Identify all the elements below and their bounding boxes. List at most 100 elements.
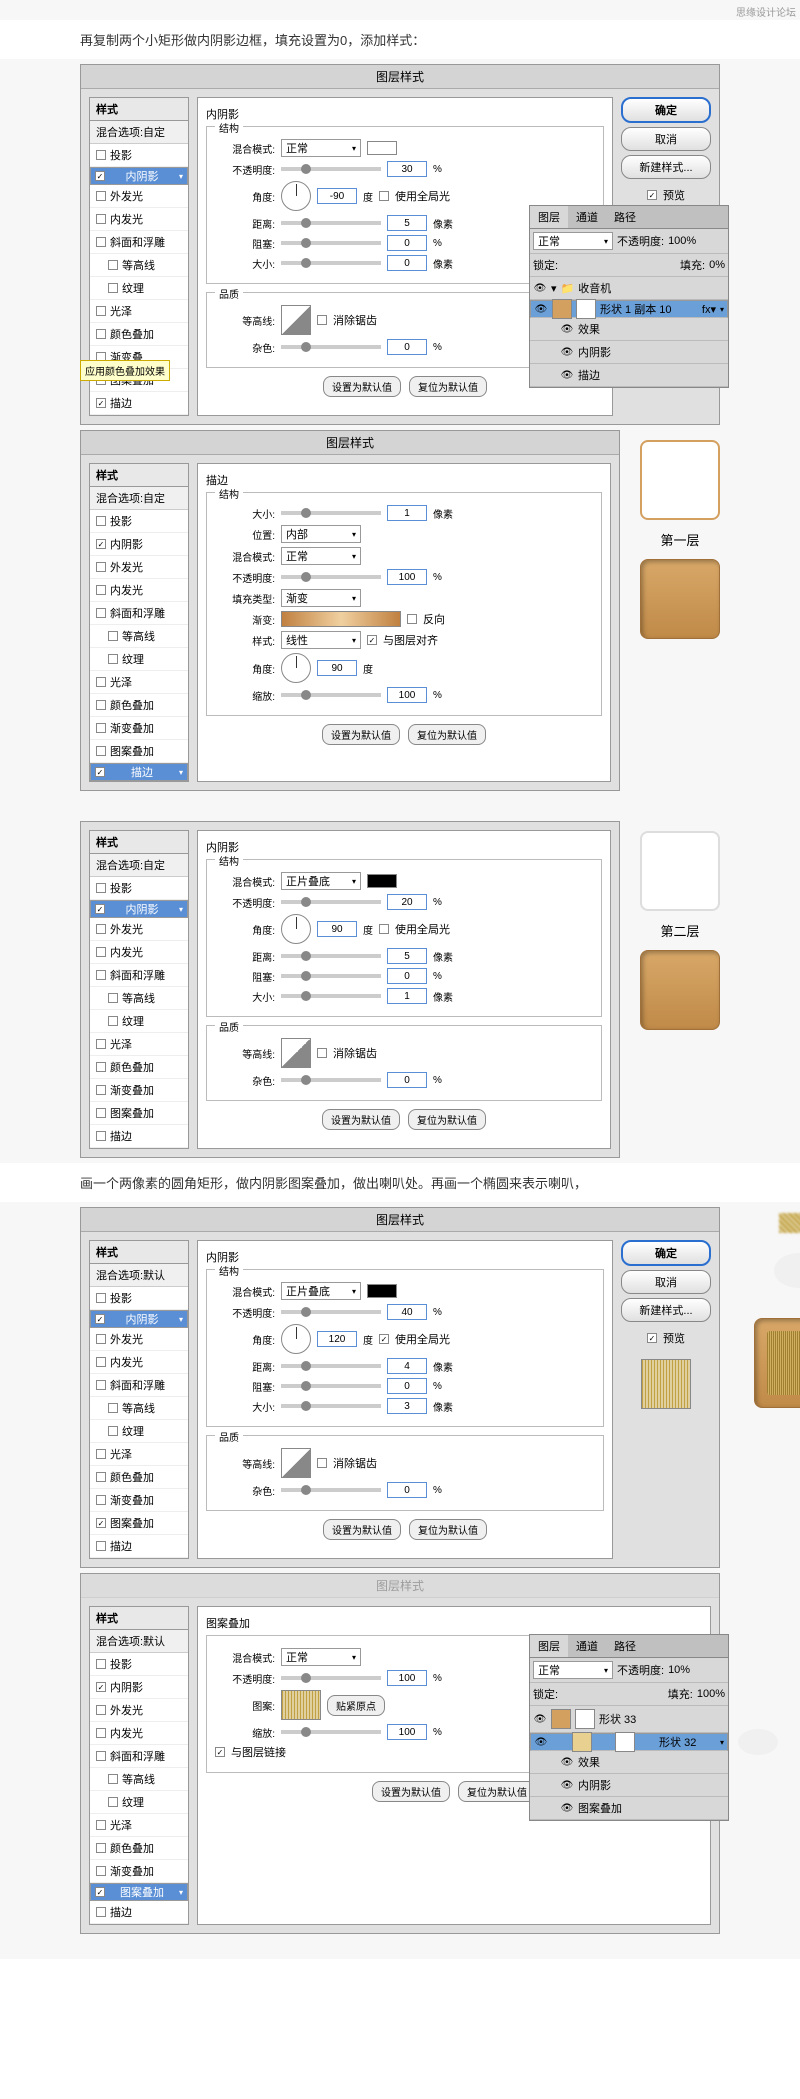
reset-default-button[interactable]: 复位为默认值 [458,1781,536,1802]
mask-thumb[interactable] [575,1709,595,1729]
style-inner-glow[interactable]: 内发光 [90,941,188,964]
scale-slider[interactable] [281,693,381,697]
style-gradient-overlay[interactable]: 渐变叠加 [90,1079,188,1102]
snap-origin-button[interactable]: 贴紧原点 [327,1695,385,1716]
tab-layers[interactable]: 图层 [530,206,568,228]
blend-options[interactable]: 混合选项:自定 [90,854,188,877]
global-light-checkbox[interactable] [379,1334,389,1344]
style-color-overlay[interactable]: 颜色叠加 [90,323,188,346]
tab-channels[interactable]: 通道 [568,206,606,228]
choke-input[interactable] [387,968,427,984]
style-pattern-overlay[interactable]: 图案叠加 [90,740,188,763]
fx-icon[interactable]: fx▾ [702,303,716,316]
style-contour[interactable]: 等高线 [90,1397,188,1420]
noise-input[interactable] [387,339,427,355]
style-outer-glow[interactable]: 外发光 [90,556,188,579]
style-gradient-overlay[interactable]: 渐变叠加 [90,1489,188,1512]
opacity-input[interactable] [387,894,427,910]
style-contour[interactable]: 等高线 [90,987,188,1010]
style-inner-shadow[interactable]: 内阴影 [90,1676,188,1699]
reverse-checkbox[interactable] [407,614,417,624]
size-slider[interactable] [281,511,381,515]
angle-dial[interactable] [281,653,311,683]
choke-input[interactable] [387,1378,427,1394]
blend-options[interactable]: 混合选项:默认 [90,1630,188,1653]
opacity-slider[interactable] [281,167,381,171]
style-drop-shadow[interactable]: 投影 [90,510,188,533]
style-inner-glow[interactable]: 内发光 [90,1351,188,1374]
style-texture[interactable]: 纹理 [90,1010,188,1033]
contour-picker[interactable] [281,1038,311,1068]
blend-options[interactable]: 混合选项:自定 [90,487,188,510]
angle-input[interactable] [317,1331,357,1347]
style-satin[interactable]: 光泽 [90,300,188,323]
layer-thumb[interactable] [552,299,572,319]
style-bevel[interactable]: 斜面和浮雕 [90,602,188,625]
eye-icon[interactable] [534,1735,548,1749]
distance-input[interactable] [387,1358,427,1374]
choke-slider[interactable] [281,241,381,245]
distance-input[interactable] [387,215,427,231]
scale-slider[interactable] [281,1730,381,1734]
style-pattern-overlay[interactable]: 图案叠加 [90,1512,188,1535]
style-bevel[interactable]: 斜面和浮雕 [90,964,188,987]
style-outer-glow[interactable]: 外发光 [90,185,188,208]
global-light-checkbox[interactable] [379,191,389,201]
style-bevel[interactable]: 斜面和浮雕 [90,1745,188,1768]
noise-slider[interactable] [281,345,381,349]
distance-slider[interactable] [281,1364,381,1368]
style-contour[interactable]: 等高线 [90,625,188,648]
tab-paths[interactable]: 路径 [606,206,644,228]
preview-checkbox[interactable] [647,1333,657,1343]
tab-channels[interactable]: 通道 [568,1635,606,1657]
pattern-picker[interactable] [281,1690,321,1720]
style-outer-glow[interactable]: 外发光 [90,1699,188,1722]
distance-input[interactable] [387,948,427,964]
angle-input[interactable] [317,660,357,676]
ok-button[interactable]: 确定 [621,97,711,123]
style-outer-glow[interactable]: 外发光 [90,1328,188,1351]
layer-name[interactable]: 形状 33 [599,1711,636,1727]
angle-dial[interactable] [281,914,311,944]
eye-icon[interactable] [534,302,548,316]
eye-icon[interactable] [560,1778,574,1792]
style-texture[interactable]: 纹理 [90,648,188,671]
blend-mode-select[interactable]: 正常 [281,1648,361,1666]
group-name[interactable]: 收音机 [578,280,611,296]
size-input[interactable] [387,988,427,1004]
style-satin[interactable]: 光泽 [90,1814,188,1837]
blend-mode-select[interactable]: 正常 [281,547,361,565]
style-color-overlay[interactable]: 颜色叠加 [90,1837,188,1860]
opacity-input[interactable] [387,569,427,585]
style-bevel[interactable]: 斜面和浮雕 [90,231,188,254]
style-pattern-overlay[interactable]: 图案叠加 [90,1883,188,1901]
fx-inner-shadow[interactable]: 内阴影 [578,1777,611,1793]
style-color-overlay[interactable]: 颜色叠加 [90,694,188,717]
fill-type-select[interactable]: 渐变 [281,589,361,607]
make-default-button[interactable]: 设置为默认值 [322,724,400,745]
blend-options[interactable]: 混合选项:默认 [90,1264,188,1287]
cancel-button[interactable]: 取消 [621,1270,711,1294]
layer-name[interactable]: 形状 1 副本 10 [600,301,672,317]
style-satin[interactable]: 光泽 [90,1033,188,1056]
anti-alias-checkbox[interactable] [317,1048,327,1058]
style-bevel[interactable]: 斜面和浮雕 [90,1374,188,1397]
eye-icon[interactable] [560,1801,574,1815]
size-input[interactable] [387,255,427,271]
style-inner-shadow[interactable]: 内阴影 [90,1310,188,1328]
contour-picker[interactable] [281,1448,311,1478]
style-inner-glow[interactable]: 内发光 [90,208,188,231]
opacity-input[interactable] [387,1670,427,1686]
chevron-down-icon[interactable]: ▾ [551,282,557,295]
layer-name[interactable]: 形状 32 [659,1734,696,1750]
layer-opacity-value[interactable]: 10% [668,1664,690,1676]
ok-button[interactable]: 确定 [621,1240,711,1266]
mask-thumb[interactable] [576,299,596,319]
style-inner-glow[interactable]: 内发光 [90,1722,188,1745]
blend-mode-select[interactable]: 正常 [281,139,361,157]
style-texture[interactable]: 纹理 [90,1420,188,1443]
style-color-overlay[interactable]: 颜色叠加 [90,1466,188,1489]
style-inner-shadow[interactable]: 内阴影 [90,167,188,185]
style-texture[interactable]: 纹理 [90,1791,188,1814]
fx-inner-shadow[interactable]: 内阴影 [578,344,611,360]
